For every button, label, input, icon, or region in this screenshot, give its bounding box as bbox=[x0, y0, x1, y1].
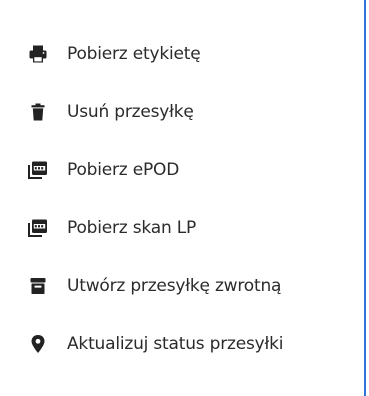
trash-icon bbox=[27, 101, 49, 123]
menu-item-delete-shipment[interactable]: Usuń przesyłkę bbox=[0, 83, 364, 141]
menu-item-label: Pobierz skan LP bbox=[67, 218, 197, 238]
menu-item-label: Usuń przesyłkę bbox=[67, 102, 194, 122]
menu-item-create-return-shipment[interactable]: Utwórz przesyłkę zwrotną bbox=[0, 257, 364, 315]
menu-item-download-label[interactable]: Pobierz etykietę bbox=[0, 25, 364, 83]
archive-box-icon bbox=[27, 275, 49, 297]
menu-item-download-epod[interactable]: Pobierz ePOD bbox=[0, 141, 364, 199]
menu-item-label: Pobierz etykietę bbox=[67, 44, 201, 64]
pdf-file-icon bbox=[27, 217, 49, 239]
print-icon bbox=[27, 43, 49, 65]
menu-item-label: Aktualizuj status przesyłki bbox=[67, 334, 284, 354]
menu-item-update-shipment-status[interactable]: Aktualizuj status przesyłki bbox=[0, 315, 364, 373]
context-menu: Pobierz etykietę Usuń przesyłkę Pobierz … bbox=[0, 0, 366, 396]
map-marker-icon bbox=[27, 333, 49, 355]
menu-item-label: Utwórz przesyłkę zwrotną bbox=[67, 276, 282, 296]
pdf-file-icon bbox=[27, 159, 49, 181]
menu-item-label: Pobierz ePOD bbox=[67, 160, 180, 180]
menu-item-download-lp-scan[interactable]: Pobierz skan LP bbox=[0, 199, 364, 257]
